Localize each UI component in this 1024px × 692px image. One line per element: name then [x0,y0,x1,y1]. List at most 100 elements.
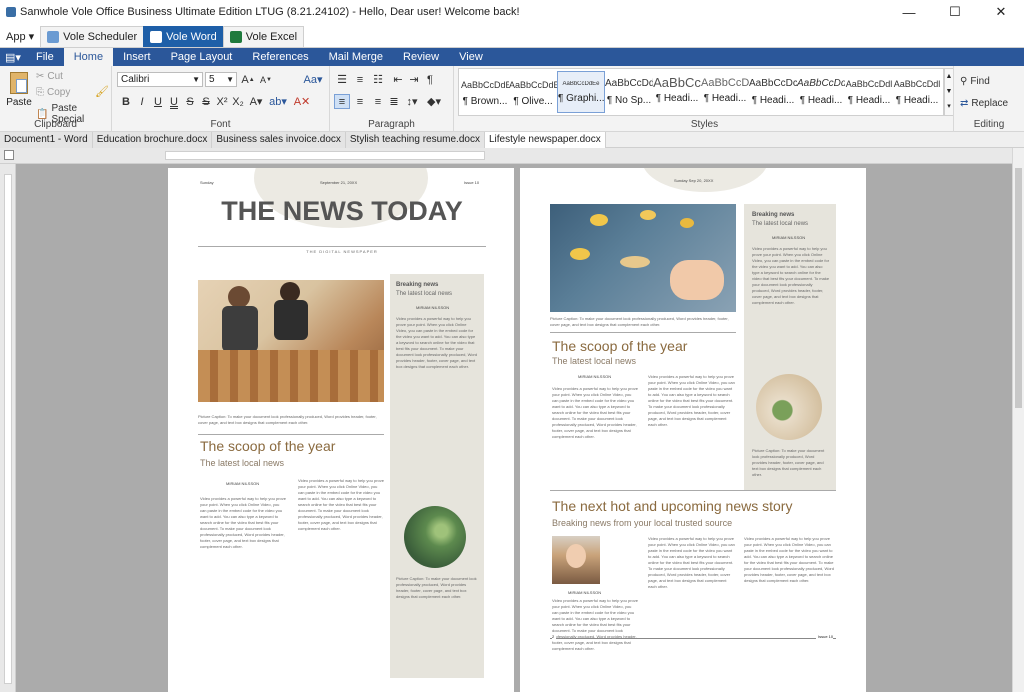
double-underline-icon[interactable]: U [166,94,182,109]
minimize-button[interactable]: — [886,0,932,24]
editing-group-label: Editing [973,119,1005,130]
doc-tab[interactable]: Stylish teaching resume.docx [345,132,485,148]
align-right-icon[interactable]: ≡ [370,94,386,109]
pasta-photo[interactable] [550,204,736,312]
font-group: Calibri ▼ 5 ▼ A ▲ A ▼ Aa▾ B I U U S S X² X₂ … [112,66,330,132]
p2-page-number: 2 [552,634,557,639]
strikethrough-icon[interactable]: S [182,94,198,109]
font-name-combo[interactable]: Calibri ▼ [117,72,203,87]
justify-icon[interactable]: ≣ [386,94,402,109]
format-painter-icon[interactable]: 🖌 [94,84,110,99]
p2-body-col1: Video provides a powerful way to help yo… [552,386,638,439]
app-tab-excel[interactable]: Vole Excel [222,26,305,47]
tab-references[interactable]: References [242,48,318,66]
doc-tab[interactable]: Education brochure.docx [92,132,213,148]
p2-side-photo[interactable] [756,374,822,440]
doc-tab[interactable]: Business sales invoice.docx [212,132,346,148]
align-left-icon[interactable]: ≡ [334,94,350,109]
paste-button[interactable]: Paste [6,70,32,114]
tab-view[interactable]: View [449,48,493,66]
clear-formatting-icon[interactable]: A✕ [294,94,311,109]
p2-subhead2: Breaking news from your local trusted so… [552,518,733,528]
align-center-icon[interactable]: ≡ [352,94,368,109]
app-tab-scheduler[interactable]: Vole Scheduler [40,26,145,47]
maximize-button[interactable]: ☐ [932,0,978,24]
find-button[interactable]: ⚲ Find [960,76,990,87]
document-canvas[interactable]: Sunday September 21, 20XX Issue 10 THE N… [16,164,1012,692]
tab-mail-merge[interactable]: Mail Merge [319,48,393,66]
shrink-font-icon[interactable]: A ▼ [258,72,274,87]
horizontal-ruler[interactable] [0,148,1024,164]
quick-access-menu-icon[interactable]: ▤▾ [0,48,26,66]
paste-label: Paste [6,97,32,108]
close-button[interactable]: ✕ [978,0,1024,24]
grow-font-icon[interactable]: A ▲ [240,72,256,87]
superscript-icon[interactable]: X² [214,94,230,109]
p1-caption: Picture Caption: To make your document l… [198,414,377,425]
p2-side-title: Breaking news [752,212,795,218]
replace-button[interactable]: ⇄ Replace [960,98,1008,109]
tab-home[interactable]: Home [63,48,114,66]
rule [198,434,384,435]
face-shape [566,544,586,568]
app-menu[interactable]: App ▾ [0,27,40,47]
copy-button[interactable]: ⎘ Copy [36,87,70,98]
app-switcher-bar: App ▾ Vole Scheduler Vole Word Vole Exce… [0,26,1024,48]
tab-insert[interactable]: Insert [113,48,161,66]
shading-icon[interactable]: ◆▾ [426,94,442,109]
cut-label: Cut [47,71,63,82]
app-tab-word[interactable]: Vole Word [143,26,224,47]
scrollbar-thumb[interactable] [1015,168,1022,408]
clipboard-group: Paste ✂ Cut ⎘ Copy 📋 Paste Special 🖌 Clipbo… [0,66,112,132]
binoculars-icon: ⚲ [960,76,968,87]
replace-label: Replace [971,98,1009,109]
doc-tab[interactable]: Document1 - Word [0,132,93,148]
p1-side-photo[interactable] [404,506,466,568]
p1-side-sub: The latest local news [396,291,453,297]
word-icon [150,31,163,43]
vertical-scrollbar[interactable] [1012,148,1024,692]
font-size-combo[interactable]: 5 ▼ [205,72,237,87]
paste-special-icon: 📋 [36,108,49,120]
document-tab-bar: Document1 - Word Education brochure.docx… [0,132,1024,148]
increase-indent-icon[interactable]: ⇥ [406,72,422,87]
clipboard-group-label: Clipboard [34,119,77,130]
subscript-icon[interactable]: X₂ [230,94,246,109]
tab-file[interactable]: File [26,48,64,66]
tab-selector-icon[interactable] [4,150,14,160]
tagline-wrap: THE DIGITAL NEWSPAPER [198,244,486,256]
person-head-2 [280,282,300,302]
vertical-ruler[interactable] [0,164,16,692]
highlight-icon[interactable]: ab▾ [269,94,287,109]
apron-shape-2 [274,300,308,340]
copy-label: Copy [47,87,71,98]
pasta-piece [680,218,694,228]
bakery-photo[interactable] [198,280,384,402]
bold-icon[interactable]: B [118,94,134,109]
tab-page-layout[interactable]: Page Layout [161,48,243,66]
change-case-icon[interactable]: Aa▾ [302,72,324,87]
page-1: Sunday September 21, 20XX Issue 10 THE N… [168,168,514,692]
font-color-icon[interactable]: A▾ [248,94,264,109]
decrease-indent-icon[interactable]: ⇤ [390,72,406,87]
rule [550,332,736,333]
p1-day: Sunday [200,180,214,185]
double-strikethrough-icon[interactable]: S [198,94,214,109]
copy-icon: ⎘ [36,87,44,98]
p1-issue: Issue 10 [464,180,480,185]
tab-review[interactable]: Review [393,48,449,66]
cut-button[interactable]: ✂ Cut [36,71,63,82]
numbering-icon[interactable]: ≡ [352,72,368,87]
page-2: Sunday Sep 20, 20XX Picture Caption: To … [520,168,866,692]
line-spacing-icon[interactable]: ↕▾ [404,94,420,109]
p2-sidebar: Breaking news The latest local news MIRI… [744,204,836,490]
italic-icon[interactable]: I [134,94,150,109]
portrait-photo[interactable] [552,536,600,584]
multilevel-list-icon[interactable]: ☷ [370,72,386,87]
p2-subhead: The latest local news [552,356,637,366]
show-marks-icon[interactable]: ¶ [422,72,438,87]
bullets-icon[interactable]: ☰ [334,72,350,87]
underline-icon[interactable]: U [150,94,166,109]
doc-tab-active[interactable]: Lifestyle newspaper.docx [484,132,606,148]
p1-date: September 21, 20XX [320,180,358,185]
